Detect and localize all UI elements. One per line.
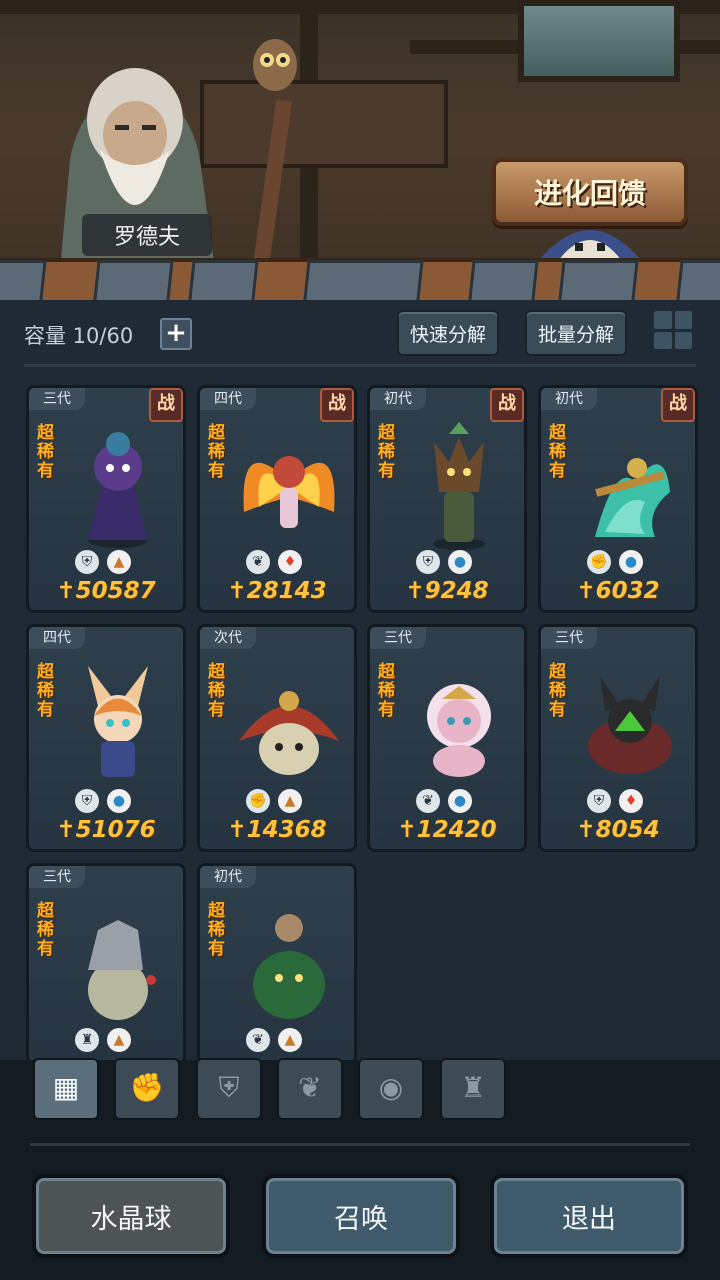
generation-label: 初代: [370, 388, 426, 410]
power-value: ✝50587: [56, 578, 156, 604]
pet-portrait: [88, 920, 156, 1020]
pet-portrait: [433, 422, 485, 550]
owl-staff: [253, 39, 297, 260]
rarity-label: 超稀有: [208, 901, 225, 959]
generation-label: 初代: [200, 866, 256, 888]
batch-decompose-button[interactable]: 批量分解: [525, 310, 627, 356]
pet-card[interactable]: 三代 战 超稀有 ⛨ ▲ ✝50587: [26, 385, 186, 613]
power-value: ✝51076: [56, 817, 156, 843]
earth-icon: ▲: [278, 1028, 302, 1052]
power-value: ✝14368: [227, 817, 327, 843]
power-value: ✝6032: [576, 578, 660, 604]
fist-icon: ✊: [587, 550, 611, 574]
exit-button[interactable]: 退出: [490, 1174, 688, 1258]
battle-badge: 战: [490, 388, 524, 422]
alien-icon[interactable]: ◉: [358, 1058, 424, 1120]
fist-icon[interactable]: ✊: [114, 1058, 180, 1120]
rarity-label: 超稀有: [37, 662, 54, 720]
pet-card[interactable]: 初代 超稀有 ❦ ▲: [197, 863, 357, 1065]
generation-label: 初代: [541, 388, 597, 410]
generation-label: 三代: [370, 627, 426, 649]
water-icon: ●: [107, 789, 131, 813]
rarity-label: 超稀有: [549, 423, 566, 481]
rarity-label: 超稀有: [549, 662, 566, 720]
earth-icon: ▲: [107, 550, 131, 574]
generation-label: 三代: [29, 866, 85, 888]
pet-portrait: [253, 914, 325, 1019]
pet-card[interactable]: 三代 超稀有 ❦ ● ✝12420: [367, 624, 527, 852]
pet-portrait: [427, 684, 491, 777]
pet-card[interactable]: 次代 超稀有 ✊ ▲ ✝14368: [197, 624, 357, 852]
pet-portrait: [243, 456, 335, 528]
shield-icon: ⛨: [75, 789, 99, 813]
shield-icon: ⛨: [75, 550, 99, 574]
creature-peek: [535, 230, 645, 265]
npc-name: 罗德夫: [82, 214, 212, 256]
water-icon: ●: [448, 550, 472, 574]
generation-label: 次代: [200, 627, 256, 649]
divider: [24, 364, 696, 367]
divider: [30, 1143, 690, 1146]
leaf-icon[interactable]: ❦: [277, 1058, 343, 1120]
pet-card[interactable]: 初代 战 超稀有 ✊ ● ✝6032: [538, 385, 698, 613]
shield-icon: ⛨: [587, 789, 611, 813]
shield-icon[interactable]: ⛨: [196, 1058, 262, 1120]
leaf-icon: ❦: [246, 1028, 270, 1052]
pet-card[interactable]: 初代 战 超稀有 ⛨ ● ✝9248: [367, 385, 527, 613]
generation-label: 三代: [541, 627, 597, 649]
generation-label: 四代: [200, 388, 256, 410]
quick-decompose-button[interactable]: 快速分解: [397, 310, 499, 356]
rarity-label: 超稀有: [208, 423, 225, 481]
pet-card[interactable]: 四代 超稀有 ⛨ ● ✝51076: [26, 624, 186, 852]
battle-badge: 战: [320, 388, 354, 422]
summon-button[interactable]: 召唤: [262, 1174, 460, 1258]
add-capacity-button[interactable]: +: [160, 318, 192, 350]
fist-icon: ✊: [246, 789, 270, 813]
pet-card[interactable]: 四代 战 超稀有 ❦ ♦ ✝28143: [197, 385, 357, 613]
pet-portrait: [88, 432, 148, 548]
capacity-label: 容量 10/60: [24, 324, 134, 348]
power-value: ✝28143: [227, 578, 327, 604]
pet-portrait: [588, 676, 672, 774]
fire-icon: ♦: [619, 789, 643, 813]
generation-label: 三代: [29, 388, 85, 410]
generation-label: 四代: [29, 627, 85, 649]
pet-portrait: [239, 691, 339, 775]
power-value: ✝8054: [576, 817, 660, 843]
fire-icon: ♦: [278, 550, 302, 574]
rarity-label: 超稀有: [208, 662, 225, 720]
grid-view-icon[interactable]: [654, 311, 692, 349]
wooden-rail: [0, 258, 720, 300]
all-icon[interactable]: ▦: [33, 1058, 99, 1120]
pet-portrait: [595, 458, 670, 537]
rarity-label: 超稀有: [37, 423, 54, 481]
window: [518, 0, 680, 82]
earth-icon: ▲: [278, 789, 302, 813]
pet-portrait: [88, 666, 148, 777]
leaf-icon: ❦: [246, 550, 270, 574]
pet-card[interactable]: 三代 超稀有 ⛨ ♦ ✝8054: [538, 624, 698, 852]
power-value: ✝12420: [397, 817, 497, 843]
battle-badge: 战: [149, 388, 183, 422]
leaf-icon: ❦: [416, 789, 440, 813]
pet-card[interactable]: 三代 超稀有 ♜ ▲: [26, 863, 186, 1065]
rarity-label: 超稀有: [378, 662, 395, 720]
shield-icon: ⛨: [416, 550, 440, 574]
rarity-label: 超稀有: [378, 423, 395, 481]
water-icon: ●: [619, 550, 643, 574]
tower-icon: ♜: [75, 1028, 99, 1052]
tower-icon[interactable]: ♜: [440, 1058, 506, 1120]
water-icon: ●: [448, 789, 472, 813]
rarity-label: 超稀有: [37, 901, 54, 959]
power-value: ✝9248: [405, 578, 489, 604]
earth-icon: ▲: [107, 1028, 131, 1052]
scene-banner: 罗德夫 进化回馈: [0, 0, 720, 300]
battle-badge: 战: [661, 388, 695, 422]
crystal-ball-button[interactable]: 水晶球: [32, 1174, 230, 1258]
